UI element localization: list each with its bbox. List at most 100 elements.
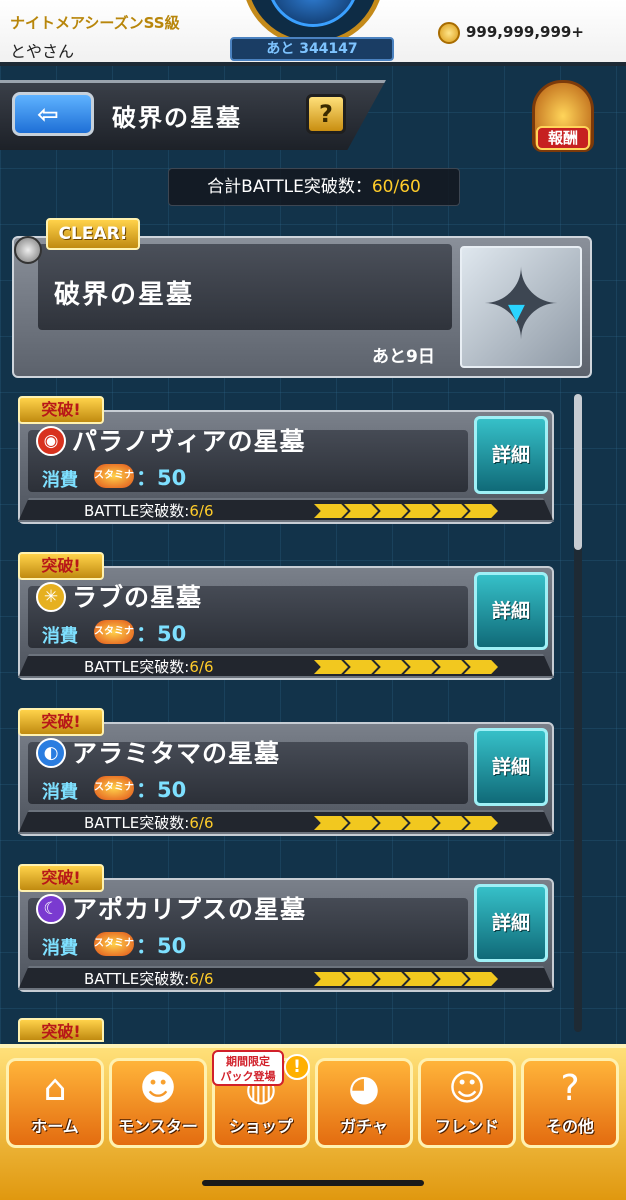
dark-element-icon: ☾ — [36, 894, 66, 924]
stamina-icon: スタミナ — [94, 776, 134, 800]
nav-friend-label: フレンド — [434, 1117, 499, 1136]
coin-icon — [438, 22, 460, 44]
cost-label: 消費 — [42, 782, 78, 803]
detail-button[interactable]: 詳細 — [474, 416, 548, 494]
limited-pack-line1: 期間限定 — [226, 1055, 270, 1068]
nav-shop-label: ショップ — [228, 1117, 293, 1136]
progress-chevron — [314, 660, 348, 674]
battle-label: BATTLE突破数: — [84, 658, 190, 676]
quest-name: パラノヴィアの星墓 — [72, 427, 306, 456]
progress-chevron — [344, 972, 378, 986]
battle-label: BATTLE突破数: — [84, 970, 190, 988]
cost-label: 消費 — [42, 626, 78, 647]
battle-label: BATTLE突破数: — [84, 814, 190, 832]
progress-chevron — [404, 972, 438, 986]
nav-other-label: その他 — [545, 1117, 594, 1136]
help-button[interactable]: ? — [306, 94, 346, 134]
battle-progress-label: BATTLE突破数:6/6 — [84, 656, 213, 677]
progress-chevron — [374, 660, 408, 674]
break-badge: 突破! — [18, 396, 104, 424]
star-core-icon: ▼ — [508, 300, 525, 325]
page-title: 破界の星墓 — [112, 104, 242, 132]
progress-chevron — [344, 660, 378, 674]
nav-home[interactable]: ⌂ ホーム — [6, 1058, 104, 1148]
home-icon: ⌂ — [43, 1068, 67, 1109]
battle-value: 6/6 — [189, 814, 214, 832]
quest-item[interactable]: 突破! ◐ アラミタマの星墓 消費 スタミナ ：50 詳細 BATTLE突破数:… — [18, 708, 556, 836]
break-badge: 突破! — [18, 552, 104, 580]
progress-chevron — [404, 660, 438, 674]
reward-button[interactable]: 報酬 — [536, 126, 590, 150]
quest-name: アポカリプスの星墓 — [72, 895, 307, 924]
quest-name: アラミタマの星墓 — [72, 739, 281, 768]
cost-value: ：50 — [136, 622, 187, 646]
stamina-icon: スタミナ — [94, 932, 134, 956]
battle-value: 6/6 — [189, 970, 214, 988]
nav-monster[interactable]: ☻ モンスター — [109, 1058, 207, 1148]
cost-label: 消費 — [42, 938, 78, 959]
username: とやさん — [10, 42, 75, 61]
coin-count: 999,999,999+ — [466, 23, 584, 41]
quest-item[interactable]: 突破! ◉ パラノヴィアの星墓 消費 スタミナ ：50 詳細 BATTLE突破数… — [18, 396, 556, 524]
battle-progress-label: BATTLE突破数:6/6 — [84, 500, 213, 521]
remaining-counter: あと 344147 — [230, 37, 394, 61]
nav-home-label: ホーム — [31, 1117, 79, 1136]
battle-progress-fill — [314, 504, 498, 518]
friend-icon: ☺ — [448, 1068, 486, 1109]
progress-chevron — [404, 816, 438, 830]
battle-progress-fill — [314, 972, 498, 986]
break-badge-partial: 突破! — [18, 1018, 104, 1042]
battle-progress-label: BATTLE突破数:6/6 — [84, 968, 213, 989]
stamina-icon: スタミナ — [94, 464, 134, 488]
progress-chevron — [434, 504, 468, 518]
break-badge: 突破! — [18, 864, 104, 892]
quest-item[interactable]: 突破! ☾ アポカリプスの星墓 消費 スタミナ ：50 詳細 BATTLE突破数… — [18, 864, 556, 992]
quest-name: ラブの星墓 — [72, 583, 203, 612]
detail-button[interactable]: 詳細 — [474, 884, 548, 962]
nav-gacha-label: ガチャ — [340, 1117, 388, 1136]
nav-gacha[interactable]: ◕ ガチャ — [315, 1058, 413, 1148]
detail-button[interactable]: 詳細 — [474, 728, 548, 806]
nav-friend[interactable]: ☺ フレンド — [418, 1058, 516, 1148]
clear-card-name: 破界の星墓 — [54, 280, 195, 310]
cost-value: ：50 — [136, 466, 187, 490]
back-button[interactable]: ⇦ — [12, 92, 94, 136]
light-element-icon: ✳ — [36, 582, 66, 612]
monster-icon: ☻ — [139, 1068, 177, 1109]
left-arrow-icon: ⇦ — [37, 100, 59, 130]
alert-icon: ! — [284, 1054, 310, 1080]
battle-value: 6/6 — [189, 502, 214, 520]
progress-chevron — [344, 504, 378, 518]
battle-progress-label: BATTLE突破数:6/6 — [84, 812, 213, 833]
progress-chevron — [464, 972, 498, 986]
progress-chevron — [314, 972, 348, 986]
water-element-icon: ◐ — [36, 738, 66, 768]
progress-chevron — [464, 816, 498, 830]
cost-label: 消費 — [42, 470, 78, 491]
pin-icon — [14, 236, 42, 264]
nav-other[interactable]: ? その他 — [521, 1058, 619, 1148]
progress-chevron — [434, 816, 468, 830]
battle-progress-fill — [314, 660, 498, 674]
battle-progress-fill — [314, 816, 498, 830]
progress-chevron — [434, 660, 468, 674]
quest-item[interactable]: 突破! ✳ ラブの星墓 消費 スタミナ ：50 詳細 BATTLE突破数:6/6 — [18, 552, 556, 680]
progress-chevron — [464, 504, 498, 518]
battle-value: 6/6 — [189, 658, 214, 676]
scrollbar-thumb[interactable] — [574, 394, 582, 550]
rank-dial-core — [267, 0, 359, 27]
other-icon: ? — [560, 1068, 580, 1109]
detail-button[interactable]: 詳細 — [474, 572, 548, 650]
battle-label: BATTLE突破数: — [84, 502, 190, 520]
limited-pack-line2: パック登場 — [220, 1070, 276, 1083]
days-left: あと9日 — [372, 347, 435, 367]
home-indicator[interactable] — [202, 1180, 424, 1186]
progress-chevron — [404, 504, 438, 518]
stamina-icon: スタミナ — [94, 620, 134, 644]
cost-value: ：50 — [136, 934, 187, 958]
cost-value: ：50 — [136, 778, 187, 802]
fire-element-icon: ◉ — [36, 426, 66, 456]
break-badge: 突破! — [18, 708, 104, 736]
total-battle-summary: 合計BATTLE突破数：60/60 — [168, 168, 460, 206]
gacha-icon: ◕ — [348, 1068, 380, 1109]
